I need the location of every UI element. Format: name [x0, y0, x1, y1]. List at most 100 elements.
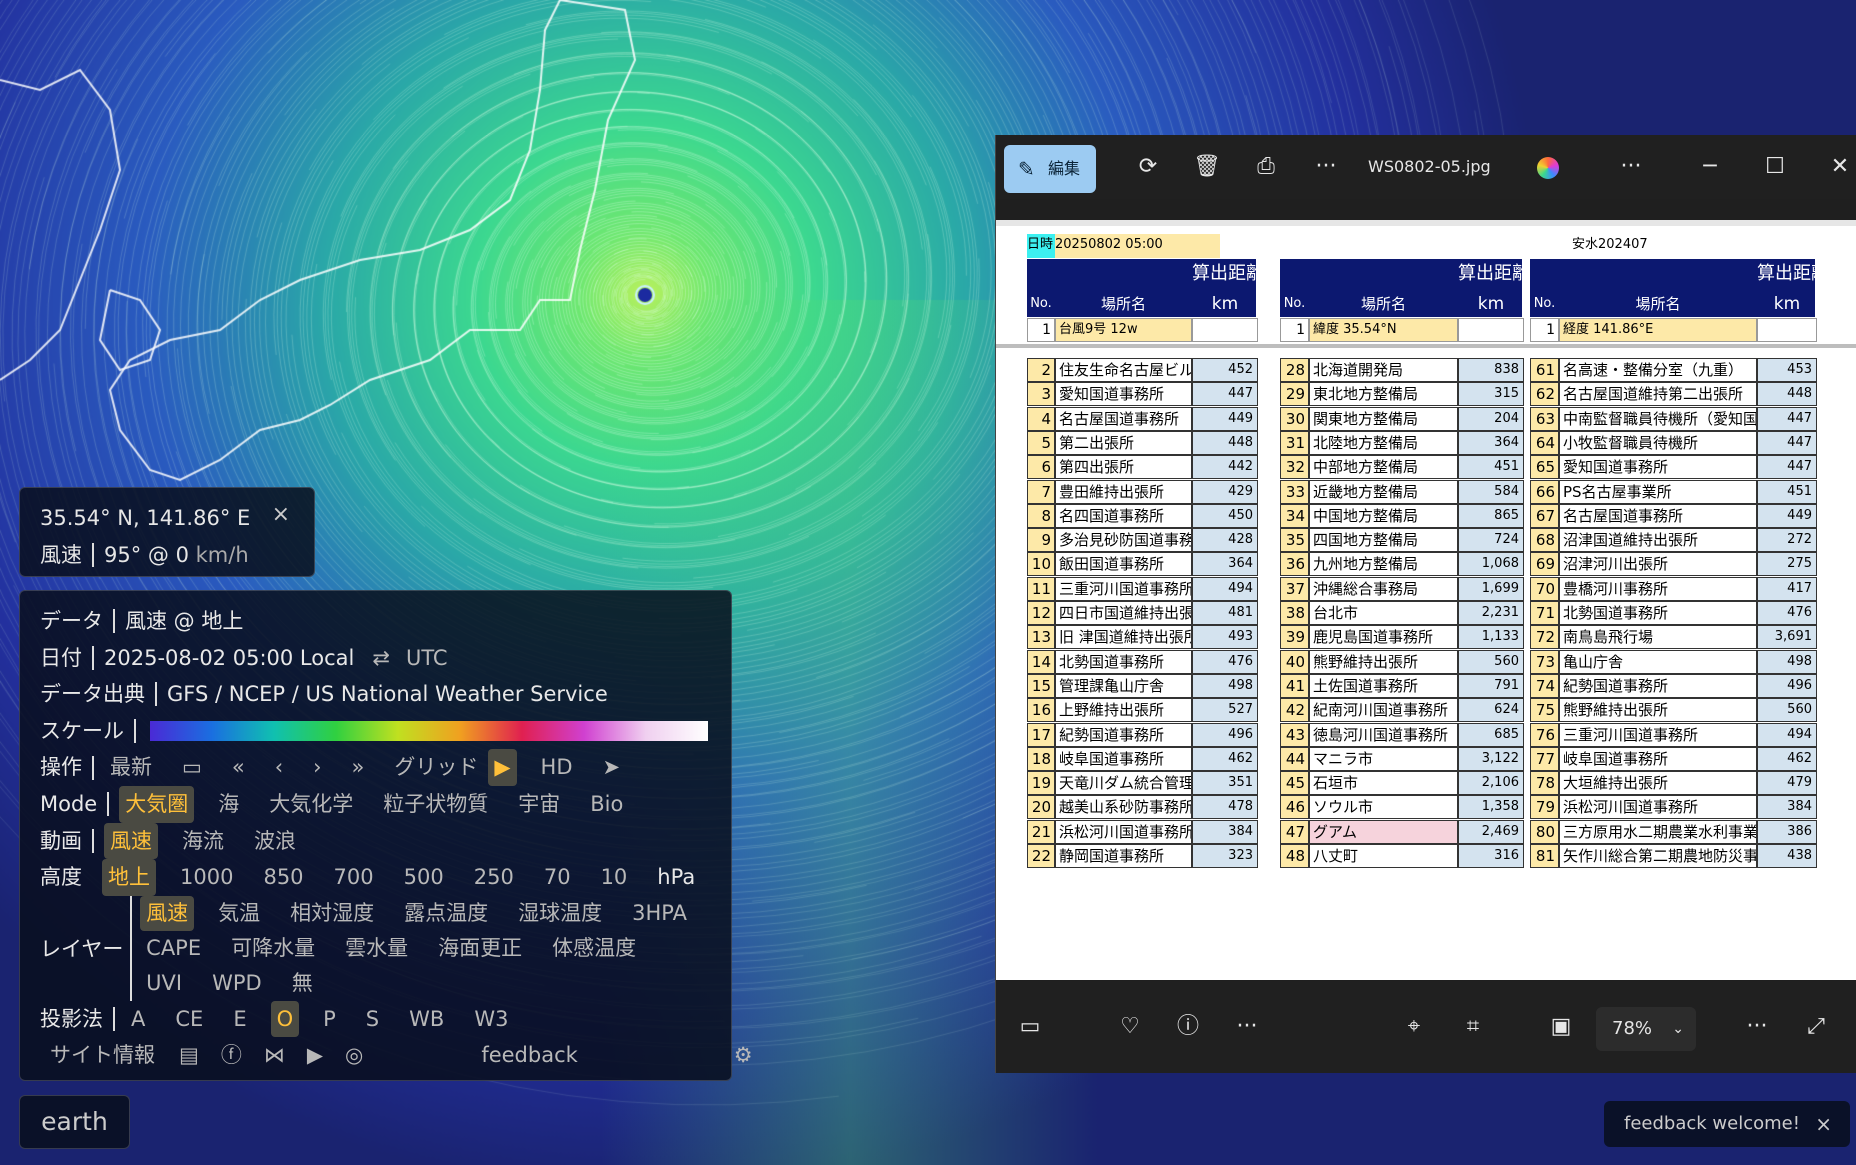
more-icon[interactable]: ··· [1737, 1007, 1777, 1047]
row-no: 73 [1530, 650, 1559, 674]
row-km: 560 [1757, 698, 1817, 722]
next-icon[interactable]: › [307, 749, 327, 786]
row-no: 34 [1280, 504, 1309, 528]
row-place: 第四出張所 [1055, 455, 1192, 479]
about-link[interactable]: サイト情報 [44, 1037, 161, 1074]
option-mode-row-4[interactable]: 宇宙 [512, 786, 566, 823]
close-toast-icon[interactable]: × [1815, 1101, 1832, 1147]
row-place: 岐阜国道事務所 [1055, 747, 1192, 771]
row-km: 462 [1192, 747, 1258, 771]
image-content[interactable]: 日時 20250802 05:00 安水202407 算出距離 No. 場所名 km 1 台風9… [996, 220, 1856, 980]
option-height-row-1[interactable]: 1000 [174, 859, 239, 896]
fullscreen-icon[interactable]: ⤢ [1796, 1007, 1836, 1047]
row-km: 438 [1757, 844, 1817, 868]
facebook-icon[interactable]: ⓕ [221, 1037, 242, 1074]
option-proj-row-2[interactable]: E [227, 1001, 252, 1038]
row-km: 494 [1192, 577, 1258, 601]
row-no: 32 [1280, 455, 1309, 479]
option-anim-row-2[interactable]: 波浪 [248, 823, 302, 860]
latest-button[interactable]: 最新 [104, 749, 158, 786]
option-mode-row-1[interactable]: 海 [212, 786, 245, 823]
option-layer-row1-2[interactable]: 相対湿度 [284, 896, 380, 931]
option-proj-row-5[interactable]: S [360, 1001, 385, 1038]
option-layer-row1-4[interactable]: 湿球温度 [512, 896, 608, 931]
info-icon[interactable]: ⓘ [1168, 1007, 1208, 1047]
option-anim-row-1[interactable]: 海流 [176, 823, 230, 860]
option-layer-row2-2[interactable]: 雲水量 [339, 931, 414, 966]
first-icon[interactable]: « [226, 749, 251, 786]
option-layer-row1-3[interactable]: 露点温度 [398, 896, 494, 931]
option-proj-row-0[interactable]: A [125, 1001, 151, 1038]
option-layer-row1-5[interactable]: 3HPA [626, 896, 693, 931]
favorite-icon[interactable]: ♡ [1110, 1007, 1150, 1047]
row-km: 1,068 [1458, 552, 1524, 576]
option-layer-row1-0[interactable]: 風速 [140, 895, 195, 931]
row-no: 75 [1530, 698, 1559, 722]
option-height-row-4[interactable]: 500 [398, 859, 450, 896]
locate-icon[interactable]: ➤ [597, 749, 627, 786]
row-place: 天竜川ダム統合管理 [1055, 771, 1192, 795]
earth-button[interactable]: earth [19, 1095, 130, 1149]
more-icon[interactable]: ··· [1227, 1007, 1267, 1047]
bluesky-icon[interactable]: ⋈ [264, 1037, 285, 1074]
option-layer-row3-0[interactable]: UVI [140, 966, 188, 1001]
print-icon[interactable]: ⎙ [1246, 147, 1286, 187]
more-options-icon[interactable]: ··· [1611, 147, 1651, 187]
more-icon[interactable]: ··· [1306, 147, 1346, 187]
option-layer-row3-1[interactable]: WPD [206, 966, 268, 1001]
option-layer-row2-3[interactable]: 海面更正 [432, 931, 528, 966]
instagram-icon[interactable]: ◎ [345, 1037, 363, 1074]
option-mode-row-3[interactable]: 粒子状物質 [377, 786, 494, 823]
play-icon[interactable]: ▶ [488, 749, 517, 786]
option-height-row-2[interactable]: 850 [257, 859, 309, 896]
visual-search-icon[interactable]: ⌖ [1394, 1007, 1434, 1047]
row-place: 紀勢国道事務所 [1559, 674, 1757, 698]
option-layer-row1-1[interactable]: 気温 [212, 896, 266, 931]
option-height-row-5[interactable]: 250 [468, 859, 520, 896]
filmstrip-icon[interactable]: ▭ [1010, 1007, 1050, 1047]
minimize-icon[interactable]: ─ [1690, 147, 1730, 187]
option-mode-row-2[interactable]: 大気化学 [263, 786, 359, 823]
youtube-icon[interactable]: ▶ [307, 1037, 323, 1074]
text-scan-icon[interactable]: ⌗ [1453, 1007, 1493, 1047]
delete-icon[interactable]: 🗑 [1187, 147, 1227, 187]
footer-row: サイト情報 ▤ ⓕ ⋈ ▶ ◎ feedback ⚙ [40, 1037, 753, 1074]
actual-size-icon[interactable]: ▣ [1541, 1007, 1581, 1047]
option-mode-row-0[interactable]: 大気圏 [119, 785, 195, 823]
news-icon[interactable]: ▤ [179, 1037, 199, 1074]
option-proj-row-3[interactable]: O [270, 1000, 300, 1038]
rotate-icon[interactable]: ⟳ [1128, 147, 1168, 187]
option-proj-row-6[interactable]: WB [403, 1001, 450, 1038]
copilot-icon[interactable] [1537, 157, 1559, 179]
feedback-link[interactable]: feedback [475, 1037, 583, 1074]
swap-time-icon[interactable]: ⇄ [366, 640, 396, 677]
maximize-icon[interactable]: ☐ [1755, 147, 1795, 187]
hd-button[interactable]: HD [535, 749, 579, 786]
option-anim-row-0[interactable]: 風速 [104, 822, 158, 860]
calendar-icon[interactable]: ▭ [176, 749, 208, 786]
last-icon[interactable]: » [346, 749, 371, 786]
option-height-row-0[interactable]: 地上 [102, 859, 156, 896]
option-proj-row-7[interactable]: W3 [468, 1001, 514, 1038]
zoom-dropdown[interactable]: 78% ⌄ [1596, 1007, 1696, 1051]
edit-button[interactable]: ✎ 編集 [1004, 145, 1096, 193]
option-height-row-7[interactable]: 10 [595, 859, 634, 896]
option-proj-row-1[interactable]: CE [169, 1001, 209, 1038]
date-value[interactable]: 2025-08-02 05:00 Local [104, 640, 354, 677]
prev-icon[interactable]: ‹ [269, 749, 289, 786]
option-layer-row2-4[interactable]: 体感温度 [546, 931, 642, 966]
utc-toggle[interactable]: UTC [400, 640, 454, 677]
grid-button[interactable]: グリッド [388, 749, 484, 786]
option-height-row-6[interactable]: 70 [538, 859, 577, 896]
close-readout-icon[interactable]: × [272, 502, 290, 527]
close-window-icon[interactable]: ✕ [1820, 147, 1856, 187]
row-place: 関東地方整備局 [1309, 407, 1458, 431]
option-height-row-3[interactable]: 700 [328, 859, 380, 896]
option-layer-row2-0[interactable]: CAPE [140, 931, 207, 966]
settings-gear-icon[interactable]: ⚙ [734, 1037, 753, 1074]
option-layer-row3-2[interactable]: 無 [286, 966, 319, 1001]
option-proj-row-4[interactable]: P [317, 1001, 342, 1038]
option-layer-row2-1[interactable]: 可降水量 [225, 931, 321, 966]
color-scale-bar[interactable] [150, 721, 708, 742]
option-mode-row-5[interactable]: Bio [584, 786, 629, 823]
